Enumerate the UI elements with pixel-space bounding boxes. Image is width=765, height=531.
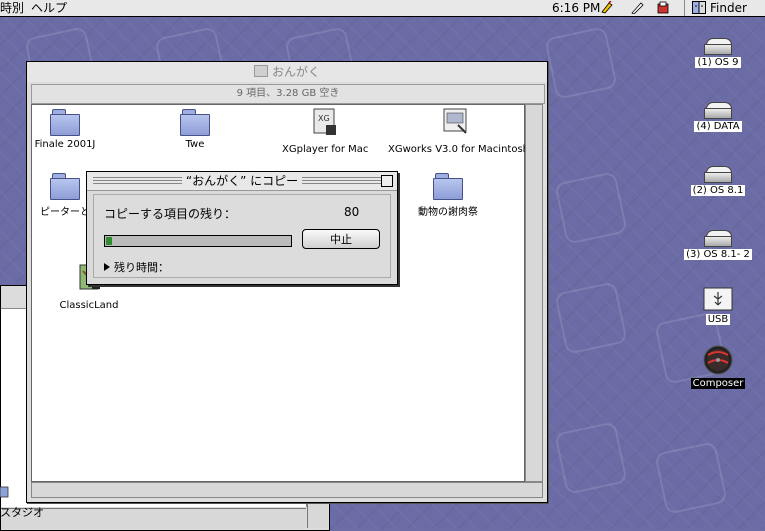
app-icon: XG [313,108,336,135]
desktop-pattern-mark [554,281,628,355]
collapse-box-icon[interactable] [381,175,393,187]
app-menu-finder[interactable]: Finder [710,0,747,16]
progress-fill [106,237,112,245]
desktop-pattern-mark [654,441,728,515]
remaining-items-label: コピーする項目の残り： [104,207,237,221]
finder-info-bar: 9 項目、3.28 GB 空き [31,84,545,104]
dialog-title: “おんがく” にコピー [181,174,303,188]
finder-item-label: ClassicLand [59,300,119,311]
desktop-pattern-mark [554,171,628,245]
hard-disk-icon [704,102,732,119]
hard-disk-icon [704,230,732,247]
disclosure-triangle-icon[interactable] [104,263,110,271]
time-remaining-label: 残り時間： [114,261,169,274]
finder-item-label: Finale 2001J [34,139,96,150]
finder-vertical-scrollbar[interactable] [525,104,543,482]
desktop-icon-label: Composer [690,378,746,389]
desktop-disk-os9[interactable]: (1) OS 9 [686,38,750,68]
stop-button[interactable]: 中止 [302,229,380,249]
usb-drive-icon [703,287,733,311]
desktop-icon-label: (4) DATA [694,121,742,132]
finder-item-carnival[interactable]: 動物の謝肉祭 [412,173,484,218]
desktop-usb-drive[interactable]: USB [696,287,740,325]
background-window-hscrollbar[interactable] [1,508,306,529]
finder-icon [692,1,706,14]
studio-item-icon[interactable] [0,485,10,499]
cd-icon [703,345,733,375]
finder-item-label: Twe [185,139,205,150]
desktop-disk-data[interactable]: (4) DATA [686,102,750,132]
menu-item-time[interactable]: 時別 [0,0,24,16]
finder-item-twe[interactable]: Twe [162,109,228,150]
folder-icon [50,173,80,200]
finder-item-label: 動物の謝肉祭 [418,207,478,218]
svg-text:XG: XG [318,114,330,123]
hard-disk-icon [704,38,732,55]
desktop-disk-os81[interactable]: (2) OS 8.1 [686,166,750,196]
finder-window-title: おんがく [271,65,320,79]
folder-small-icon [253,65,268,77]
finder-horizontal-scrollbar[interactable] [31,482,543,498]
hard-disk-icon [704,166,732,183]
folder-icon [180,109,210,136]
studio-item-label[interactable]: スタジオ [0,504,44,520]
desktop-pattern-mark [554,421,628,495]
pen-icon[interactable] [630,1,644,14]
finder-content: Finale 2001J Twe XG XGplayer for Mac XGw… [31,104,529,482]
desktop-disk-os81-2[interactable]: (3) OS 8.1- 2 [676,230,760,260]
folder-icon [433,173,463,200]
dialog-title-bar[interactable]: “おんがく” にコピー [87,172,397,191]
desktop-cd-composer[interactable]: Composer [688,345,748,389]
pencil-ext-icon[interactable] [600,1,614,14]
desktop-icon-label: USB [705,314,731,325]
finder-item-finale[interactable]: Finale 2001J [32,109,98,150]
copy-progress-bar [104,235,292,247]
desktop-icon-label: (2) OS 8.1 [690,185,746,196]
finder-item-label: XGworks V3.0 for Macintosh [388,144,529,155]
dialog-panel: コピーする項目の残り： 80 中止 残り時間： [93,194,391,278]
finder-item-xgworks[interactable]: XGworks V3.0 for Macintosh [388,107,529,155]
desktop-icon-label: (1) OS 9 [695,57,741,68]
menu-bar: 時別 ヘルプ 6:16 PM Finder [0,0,765,17]
finder-item-xgplayer[interactable]: XG XGplayer for Mac [282,107,368,155]
desktop-pattern-mark [544,26,618,100]
desktop-icon-label: (3) OS 8.1- 2 [684,249,752,260]
sound-icon[interactable] [656,1,670,14]
copy-progress-dialog[interactable]: “おんがく” にコピー コピーする項目の残り： 80 中止 残り時間： [86,171,398,285]
finder-title-bar[interactable]: おんがく [27,62,547,82]
app-icon [443,108,467,134]
remaining-items-count: 80 [344,205,360,219]
menu-separator [684,0,685,16]
folder-icon [50,109,80,136]
menu-clock[interactable]: 6:16 PM [552,0,600,16]
menu-item-help[interactable]: ヘルプ [31,0,67,16]
time-remaining-row[interactable]: 残り時間： [104,259,169,275]
finder-item-label: XGplayer for Mac [282,144,369,155]
